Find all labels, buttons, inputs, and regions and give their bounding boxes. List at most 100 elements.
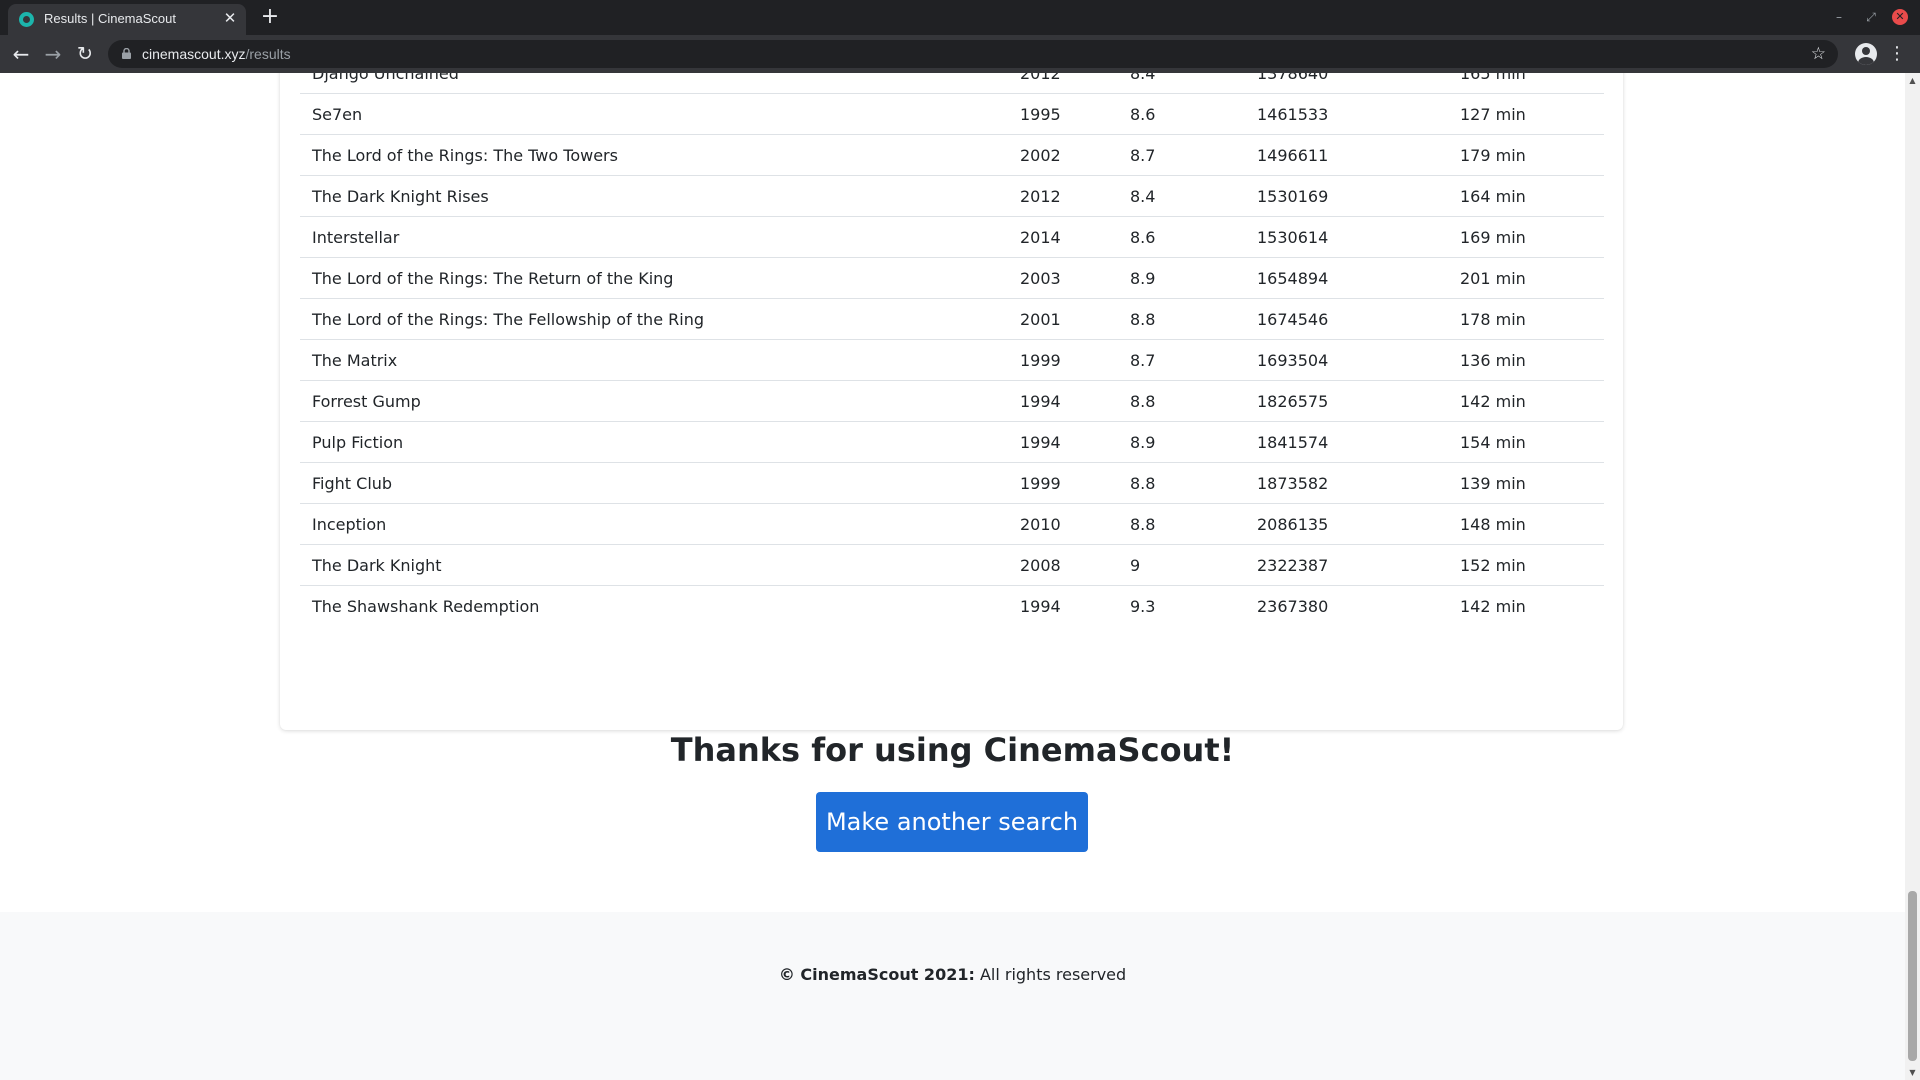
movie-runtime-cell: 139 min	[1448, 462, 1604, 504]
movie-votes-cell: 1841574	[1245, 421, 1448, 463]
url-path: /results	[245, 46, 291, 62]
movie-year-cell: 1995	[1008, 93, 1118, 135]
movie-title-cell: Pulp Fiction	[300, 421, 1008, 463]
table-row: Interstellar 2014 8.6 1530614 169 min	[300, 216, 1604, 258]
browser-toolbar: ← → ↻ cinemascout.xyz/results ☆ ⋮	[0, 35, 1920, 73]
movie-title-cell: The Dark Knight	[300, 544, 1008, 586]
table-row: The Lord of the Rings: The Return of the…	[300, 257, 1604, 299]
table-row: Inception 2010 8.8 2086135 148 min	[300, 503, 1604, 545]
movie-votes-cell: 1530614	[1245, 216, 1448, 258]
results-table: Django Unchained 2012 8.4 1378640 165 min Se7…	[300, 73, 1604, 626]
url-host: cinemascout.xyz	[142, 46, 246, 62]
browser-tabstrip: Results | CinemaScout ✕ + – ⤢ ✕	[0, 0, 1920, 35]
table-row: The Dark Knight 2008 9 2322387 152 min	[300, 544, 1604, 586]
movie-votes-cell: 1674546	[1245, 298, 1448, 340]
movie-title-cell: The Dark Knight Rises	[300, 175, 1008, 217]
movie-rating-cell: 9	[1118, 544, 1245, 586]
results-table-body: Django Unchained 2012 8.4 1378640 165 min Se7…	[300, 73, 1604, 626]
kebab-menu-icon[interactable]: ⋮	[1888, 42, 1906, 66]
vertical-scrollbar[interactable]: ▲ ▼	[1905, 73, 1920, 1080]
page-viewport: Django Unchained 2012 8.4 1378640 165 min Se7…	[0, 73, 1905, 1080]
restore-icon[interactable]: ⤢	[1862, 8, 1880, 26]
movie-title-cell: The Lord of the Rings: The Return of the…	[300, 257, 1008, 299]
movie-rating-cell: 8.8	[1118, 298, 1245, 340]
movie-runtime-cell: 201 min	[1448, 257, 1604, 299]
movie-year-cell: 2012	[1008, 175, 1118, 217]
movie-rating-cell: 8.4	[1118, 73, 1245, 94]
movie-rating-cell: 8.6	[1118, 216, 1245, 258]
movie-title-cell: Forrest Gump	[300, 380, 1008, 422]
movie-runtime-cell: 154 min	[1448, 421, 1604, 463]
movie-runtime-cell: 178 min	[1448, 298, 1604, 340]
star-icon[interactable]: ☆	[1811, 43, 1826, 65]
movie-year-cell: 2002	[1008, 134, 1118, 176]
movie-title-cell: The Shawshank Redemption	[312, 596, 540, 616]
movie-runtime-cell: 142 min	[1460, 596, 1526, 616]
lock-icon	[122, 48, 131, 59]
scroll-down-icon[interactable]: ▼	[1905, 1065, 1920, 1080]
browser-tab[interactable]: Results | CinemaScout ✕	[8, 4, 246, 35]
movie-year-cell: 1994	[1008, 380, 1118, 422]
table-row: Forrest Gump 1994 8.8 1826575 142 min	[300, 380, 1604, 422]
results-card: Django Unchained 2012 8.4 1378640 165 min Se7…	[280, 73, 1623, 730]
movie-rating-cell: 8.8	[1118, 503, 1245, 545]
movie-year-cell: 2003	[1008, 257, 1118, 299]
movie-rating-cell: 8.8	[1118, 380, 1245, 422]
movie-runtime-cell: 165 min	[1448, 73, 1604, 94]
movie-runtime-cell: 179 min	[1448, 134, 1604, 176]
table-row: The Lord of the Rings: The Fellowship of…	[300, 298, 1604, 340]
make-another-search-button[interactable]: Make another search	[816, 792, 1088, 852]
footer-brand: © CinemaScout 2021:	[778, 965, 975, 984]
movie-year-cell: 1999	[1008, 462, 1118, 504]
movie-votes-cell: 1654894	[1245, 257, 1448, 299]
movie-runtime-cell: 136 min	[1448, 339, 1604, 381]
movie-year-cell: 2001	[1008, 298, 1118, 340]
movie-rating-cell: 8.4	[1118, 175, 1245, 217]
table-row: Fight Club 1999 8.8 1873582 139 min	[300, 462, 1604, 504]
movie-votes-cell: 2322387	[1245, 544, 1448, 586]
movie-title-cell: The Lord of the Rings: The Two Towers	[300, 134, 1008, 176]
table-row: The Shawshank Redemption 1994 9.3 2367380 14…	[300, 586, 1604, 627]
movie-year-cell: 2008	[1008, 544, 1118, 586]
movie-votes-cell: 1378640	[1245, 73, 1448, 94]
close-icon[interactable]: ✕	[221, 9, 239, 27]
movie-runtime-cell: 164 min	[1448, 175, 1604, 217]
movie-year-cell: 1994	[1020, 596, 1061, 616]
movie-rating-cell: 9.3	[1130, 596, 1156, 616]
address-bar[interactable]: cinemascout.xyz/results ☆	[108, 40, 1838, 68]
movie-year-cell: 2010	[1008, 503, 1118, 545]
movie-votes-cell: 1693504	[1245, 339, 1448, 381]
footer: © CinemaScout 2021: All rights reserved	[0, 912, 1905, 1080]
movie-votes-cell: 1826575	[1245, 380, 1448, 422]
back-arrow-icon[interactable]: ←	[9, 42, 33, 66]
movie-rating-cell: 8.7	[1118, 339, 1245, 381]
movie-votes-cell: 1496611	[1245, 134, 1448, 176]
movie-votes-cell: 1530169	[1245, 175, 1448, 217]
movie-runtime-cell: 127 min	[1448, 93, 1604, 135]
movie-year-cell: 2012	[1008, 73, 1118, 94]
movie-votes-cell: 1461533	[1245, 93, 1448, 135]
url-text: cinemascout.xyz/results	[142, 46, 291, 62]
forward-arrow-icon[interactable]: →	[41, 42, 65, 66]
scroll-up-icon[interactable]: ▲	[1905, 73, 1920, 88]
table-row: The Lord of the Rings: The Two Towers 200…	[300, 134, 1604, 176]
movie-year-cell: 2014	[1008, 216, 1118, 258]
cinemascout-favicon-icon	[19, 12, 34, 27]
minimize-icon[interactable]: –	[1830, 8, 1848, 26]
movie-title-cell: The Matrix	[300, 339, 1008, 381]
movie-votes-cell: 1873582	[1245, 462, 1448, 504]
window-close-icon[interactable]: ✕	[1892, 9, 1908, 25]
movie-runtime-cell: 152 min	[1448, 544, 1604, 586]
movie-year-cell: 1994	[1008, 421, 1118, 463]
movie-votes-cell: 2367380	[1257, 596, 1329, 616]
movie-title-cell: Fight Club	[300, 462, 1008, 504]
plus-icon[interactable]: +	[258, 6, 282, 30]
movie-year-cell: 1999	[1008, 339, 1118, 381]
footer-text: © CinemaScout 2021: All rights reserved	[0, 965, 1905, 984]
profile-icon[interactable]	[1855, 43, 1877, 65]
movie-rating-cell: 8.8	[1118, 462, 1245, 504]
movie-runtime-cell: 142 min	[1448, 380, 1604, 422]
reload-icon[interactable]: ↻	[73, 42, 97, 66]
movie-votes-cell: 2086135	[1245, 503, 1448, 545]
scrollbar-thumb[interactable]	[1908, 891, 1917, 1061]
